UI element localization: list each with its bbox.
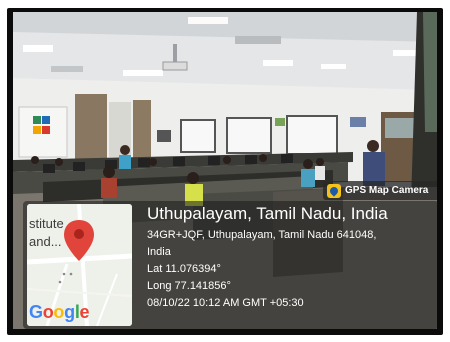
location-info: Uthupalayam, Tamil Nadu, India 34GR+JQF,… bbox=[147, 201, 437, 312]
map-label-1: stitute bbox=[29, 216, 64, 231]
map-thumbnail: stitute and... Google bbox=[27, 204, 132, 326]
place-title: Uthupalayam, Tamil Nadu, India bbox=[147, 204, 388, 223]
google-logo: Google bbox=[29, 302, 90, 322]
gps-map-camera-label: GPS Map Camera bbox=[345, 185, 429, 196]
gps-map-camera-tag: GPS Map Camera bbox=[323, 181, 437, 200]
map-pin-icon bbox=[327, 183, 341, 198]
latitude: Lat 11.076394° bbox=[147, 263, 221, 275]
map-label-2: and... bbox=[29, 234, 62, 249]
address-line-2: India bbox=[147, 246, 171, 258]
timestamp: 08/10/22 10:12 AM GMT +05:30 bbox=[147, 297, 304, 309]
longitude: Long 77.141856° bbox=[147, 280, 231, 292]
photo-frame: GPS Map Camera stitute and... Google Uth… bbox=[7, 8, 443, 335]
location-overlay: stitute and... Google Uthupalayam, Tamil… bbox=[23, 201, 437, 329]
classroom-photo: GPS Map Camera stitute and... Google Uth… bbox=[13, 12, 437, 329]
address-line-1: 34GR+JQF, Uthupalayam, Tamil Nadu 641048… bbox=[147, 229, 377, 241]
